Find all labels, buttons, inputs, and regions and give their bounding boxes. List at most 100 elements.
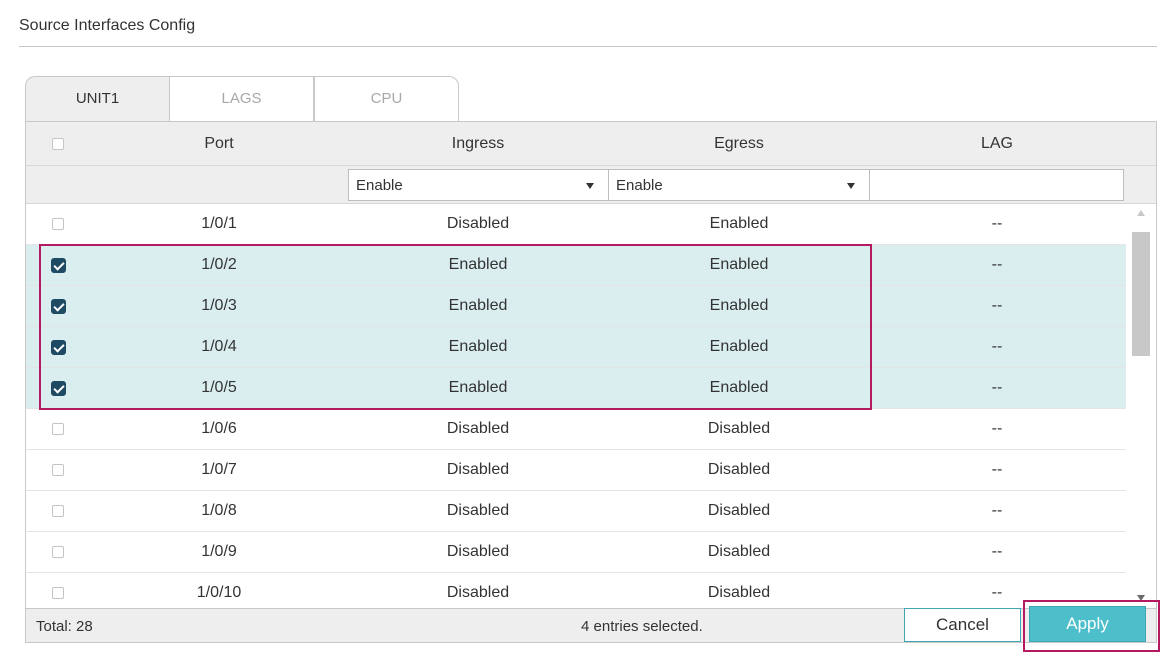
table-header: Port Ingress Egress LAG	[26, 122, 1156, 166]
scroll-down-icon[interactable]	[1137, 595, 1145, 601]
egress-cell: Disabled	[707, 420, 771, 437]
egress-cell: Disabled	[707, 543, 771, 560]
lag-cell: --	[991, 379, 1003, 396]
table-row[interactable]: 1/0/2 Enabled Enabled --	[26, 245, 1126, 286]
row-checkbox[interactable]	[50, 380, 66, 396]
total-count: Total: 28	[36, 618, 93, 635]
tab-unit1[interactable]: UNIT1	[25, 76, 170, 122]
lag-cell: --	[991, 584, 1003, 601]
lag-cell: --	[991, 543, 1003, 560]
lag-cell: --	[991, 502, 1003, 519]
lag-cell: --	[991, 461, 1003, 478]
ingress-cell: Enabled	[448, 256, 508, 273]
row-checkbox-cell	[26, 245, 90, 285]
table-body: 1/0/1 Disabled Enabled -- 1/0/2 Enabled Enable…	[26, 204, 1126, 607]
port-cell: 1/0/10	[196, 584, 242, 601]
ingress-cell: Enabled	[448, 379, 508, 396]
table-scrollbar[interactable]	[1126, 204, 1156, 607]
row-checkbox[interactable]	[52, 218, 64, 230]
lag-cell: --	[991, 297, 1003, 314]
egress-filter-value: Enable	[616, 176, 663, 194]
port-cell: 1/0/3	[201, 297, 237, 314]
column-header-port[interactable]: Port	[90, 122, 348, 165]
tab-cpu[interactable]: CPU	[314, 76, 459, 121]
filter-row: Enable Enable	[26, 166, 1156, 204]
ingress-filter-value: Enable	[356, 176, 403, 194]
port-cell: 1/0/6	[201, 420, 237, 437]
column-header-ingress[interactable]: Ingress	[348, 122, 608, 165]
egress-cell: Enabled	[709, 297, 769, 314]
egress-cell: Disabled	[707, 584, 771, 601]
section-title: Source Interfaces Config	[19, 17, 196, 34]
cancel-button[interactable]: Cancel	[904, 608, 1021, 642]
ingress-cell: Enabled	[448, 297, 508, 314]
row-checkbox-cell	[26, 409, 90, 449]
egress-cell: Enabled	[709, 379, 769, 396]
row-checkbox[interactable]	[50, 298, 66, 314]
table-row[interactable]: 1/0/5 Enabled Enabled --	[26, 368, 1126, 409]
selected-count: 4 entries selected.	[581, 618, 703, 635]
row-checkbox-cell	[26, 286, 90, 326]
ingress-filter-select[interactable]: Enable	[348, 169, 609, 201]
egress-filter-select[interactable]: Enable	[608, 169, 870, 201]
row-checkbox[interactable]	[52, 423, 64, 435]
tab-lags[interactable]: LAGS	[169, 76, 314, 121]
row-checkbox-cell	[26, 450, 90, 490]
table-row[interactable]: 1/0/10 Disabled Disabled --	[26, 573, 1126, 607]
row-checkbox-cell	[26, 491, 90, 531]
row-checkbox-cell	[26, 573, 90, 607]
lag-cell: --	[991, 215, 1003, 232]
ingress-cell: Enabled	[448, 338, 508, 355]
egress-cell: Enabled	[709, 338, 769, 355]
egress-cell: Enabled	[709, 215, 769, 232]
row-checkbox-cell	[26, 368, 90, 408]
row-checkbox[interactable]	[52, 546, 64, 558]
chevron-down-icon	[847, 183, 855, 189]
egress-cell: Disabled	[707, 461, 771, 478]
table-row[interactable]: 1/0/8 Disabled Disabled --	[26, 491, 1126, 532]
lag-filter-field[interactable]	[870, 169, 1124, 201]
column-header-egress[interactable]: Egress	[608, 122, 870, 165]
table-row[interactable]: 1/0/7 Disabled Disabled --	[26, 450, 1126, 491]
table-row[interactable]: 1/0/3 Enabled Enabled --	[26, 286, 1126, 327]
ports-table: Port Ingress Egress LAG Enable Enable 1/…	[25, 121, 1157, 643]
table-row[interactable]: 1/0/6 Disabled Disabled --	[26, 409, 1126, 450]
lag-cell: --	[991, 420, 1003, 437]
section-divider	[19, 46, 1157, 47]
row-checkbox[interactable]	[52, 587, 64, 599]
row-checkbox-cell	[26, 204, 90, 244]
port-cell: 1/0/2	[201, 256, 237, 273]
port-cell: 1/0/8	[201, 502, 237, 519]
port-cell: 1/0/5	[201, 379, 237, 396]
row-checkbox[interactable]	[50, 339, 66, 355]
table-row[interactable]: 1/0/4 Enabled Enabled --	[26, 327, 1126, 368]
port-cell: 1/0/9	[201, 543, 237, 560]
table-row[interactable]: 1/0/9 Disabled Disabled --	[26, 532, 1126, 573]
row-checkbox[interactable]	[52, 505, 64, 517]
egress-cell: Disabled	[707, 502, 771, 519]
ingress-cell: Disabled	[446, 502, 510, 519]
select-all-checkbox[interactable]	[52, 137, 64, 150]
scroll-up-icon[interactable]	[1137, 210, 1145, 216]
port-cell: 1/0/7	[201, 461, 237, 478]
row-checkbox-cell	[26, 532, 90, 572]
scrollbar-thumb[interactable]	[1132, 232, 1150, 356]
row-checkbox[interactable]	[52, 464, 64, 476]
port-cell: 1/0/1	[201, 215, 237, 232]
table-row[interactable]: 1/0/1 Disabled Enabled --	[26, 204, 1126, 245]
ingress-cell: Disabled	[446, 461, 510, 478]
lag-cell: --	[991, 256, 1003, 273]
lag-cell: --	[991, 338, 1003, 355]
egress-cell: Enabled	[709, 256, 769, 273]
ingress-cell: Disabled	[446, 543, 510, 560]
apply-button[interactable]: Apply	[1029, 606, 1146, 642]
ingress-cell: Disabled	[446, 584, 510, 601]
port-cell: 1/0/4	[201, 338, 237, 355]
ingress-cell: Disabled	[446, 215, 510, 232]
row-checkbox[interactable]	[50, 257, 66, 273]
row-checkbox-cell	[26, 327, 90, 367]
ingress-cell: Disabled	[446, 420, 510, 437]
chevron-down-icon	[586, 183, 594, 189]
column-header-lag[interactable]: LAG	[870, 122, 1124, 165]
select-all-cell	[26, 122, 90, 165]
